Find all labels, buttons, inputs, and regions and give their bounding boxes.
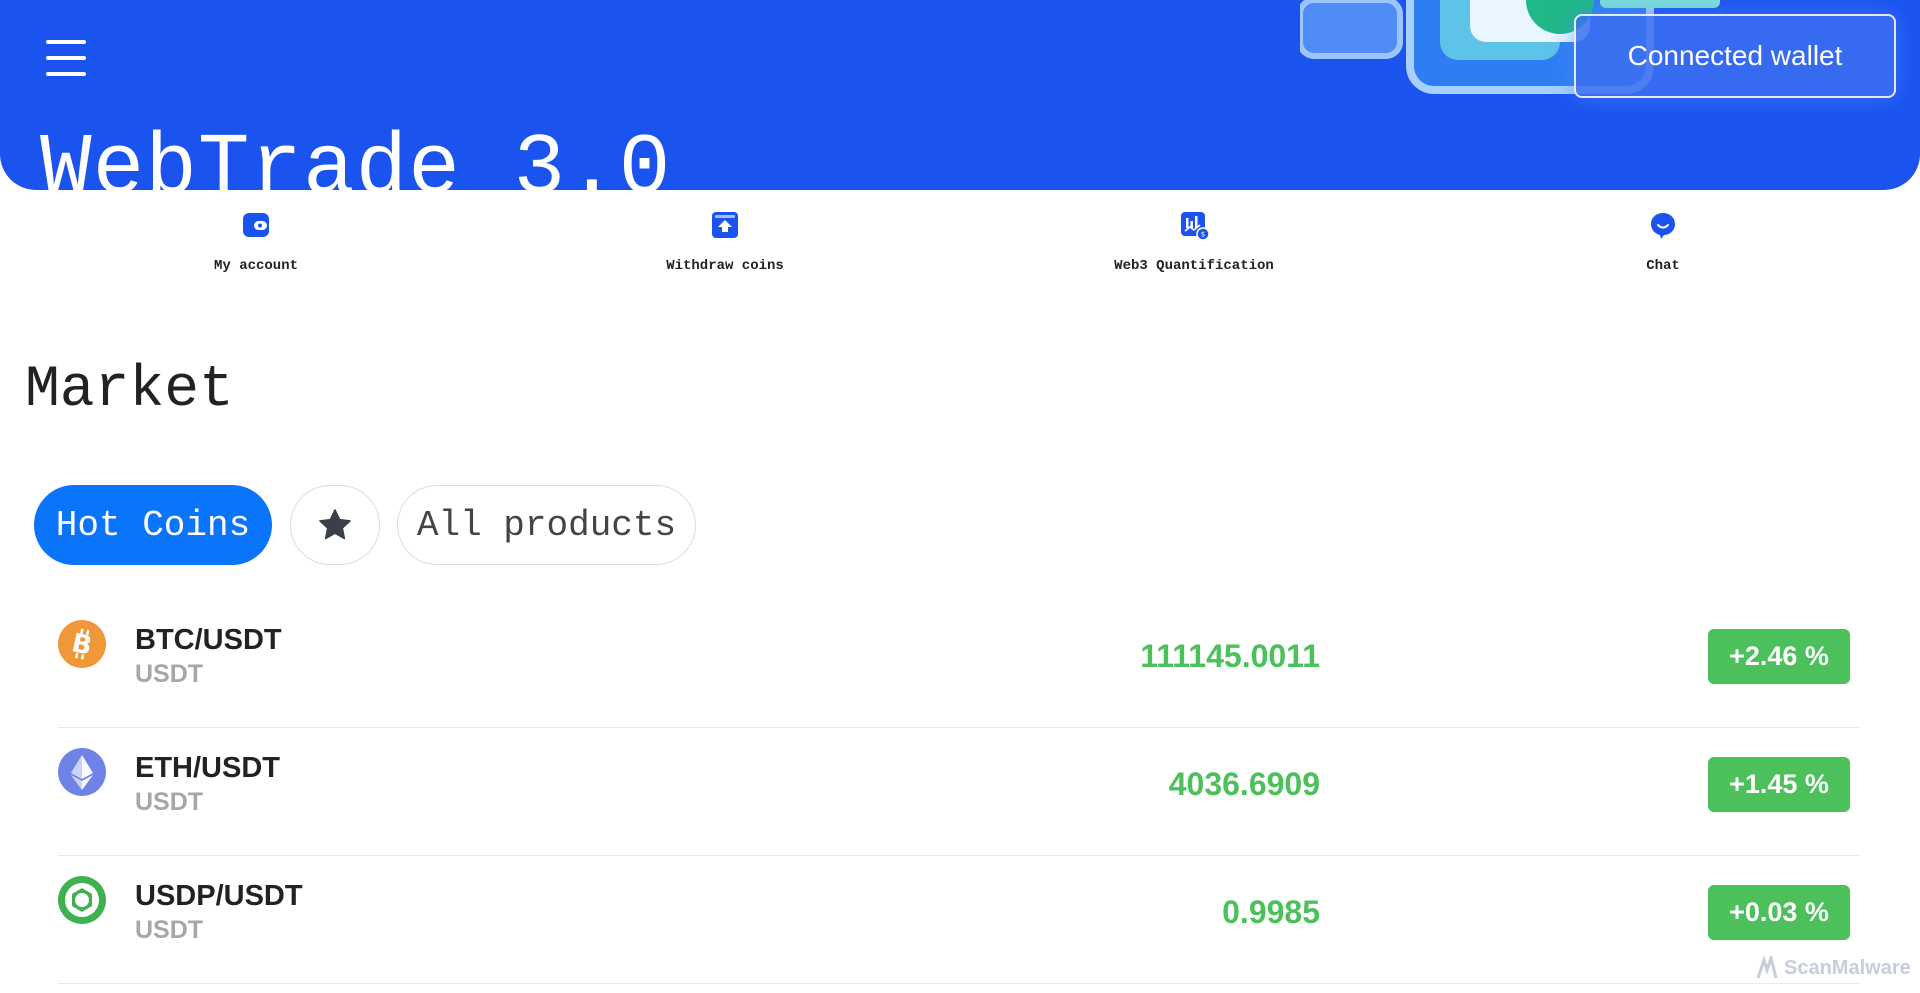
coin-quote: USDT [135,916,204,944]
coin-pair: USDP/USDT [135,880,303,912]
watermark: ScanMalware [1756,956,1911,980]
change-badge: +2.46 % [1708,629,1850,684]
ethereum-icon [58,748,106,796]
watermark-text: ScanMalware [1784,956,1911,979]
star-icon [319,509,351,540]
withdraw-box-icon [712,212,738,238]
coin-price: 111145.0011 [1140,638,1320,674]
change-badge: +0.03 % [1708,885,1850,940]
hamburger-menu-icon[interactable] [46,40,86,76]
market-title: Market [25,358,234,423]
nav-chat[interactable]: Chat [1533,210,1793,274]
nav-label: Web3 Quantification [1114,258,1274,274]
quant-chart-icon: $ [1181,212,1209,240]
app-title: WebTrade 3.0 [40,120,672,190]
tab-all-products[interactable]: All products [397,485,696,565]
coin-list: B BTC/USDT USDT 111145.0011 +2.46 % ETH/… [58,600,1860,984]
nav-web3-quantification[interactable]: $ Web3 Quantification [1064,210,1324,274]
tab-favorites[interactable] [290,485,380,565]
coin-pair: ETH/USDT [135,752,280,784]
coin-quote: USDT [135,660,204,688]
connected-wallet-button[interactable]: Connected wallet [1574,14,1896,98]
coin-price: 0.9985 [1222,894,1320,930]
quick-nav: My account Withdraw coins $ Web3 Quantif… [0,210,1920,300]
coin-row-btc[interactable]: B BTC/USDT USDT 111145.0011 +2.46 % [58,600,1860,728]
coin-pair: BTC/USDT [135,624,282,656]
chat-bubble-icon [1651,213,1675,239]
header-banner: WebTrade 3.0 Connected wallet [0,0,1920,190]
bitcoin-icon: B [58,620,106,668]
coin-price: 4036.6909 [1168,766,1320,802]
scanmalware-logo-icon [1756,956,1778,979]
wallet-icon [243,213,269,237]
svg-text:$: $ [1201,231,1205,239]
coin-row-eth[interactable]: ETH/USDT USDT 4036.6909 +1.45 % [58,728,1860,856]
nav-my-account[interactable]: My account [126,210,386,274]
change-badge: +1.45 % [1708,757,1850,812]
usdp-icon [58,876,106,924]
coin-row-usdp[interactable]: USDP/USDT USDT 0.9985 +0.03 % [58,856,1860,984]
nav-label: Withdraw coins [666,258,784,274]
nav-label: My account [213,258,298,274]
nav-label: Chat [1646,258,1680,274]
nav-withdraw-coins[interactable]: Withdraw coins [595,210,855,274]
coin-quote: USDT [135,788,204,816]
tab-hot-coins[interactable]: Hot Coins [34,485,272,565]
